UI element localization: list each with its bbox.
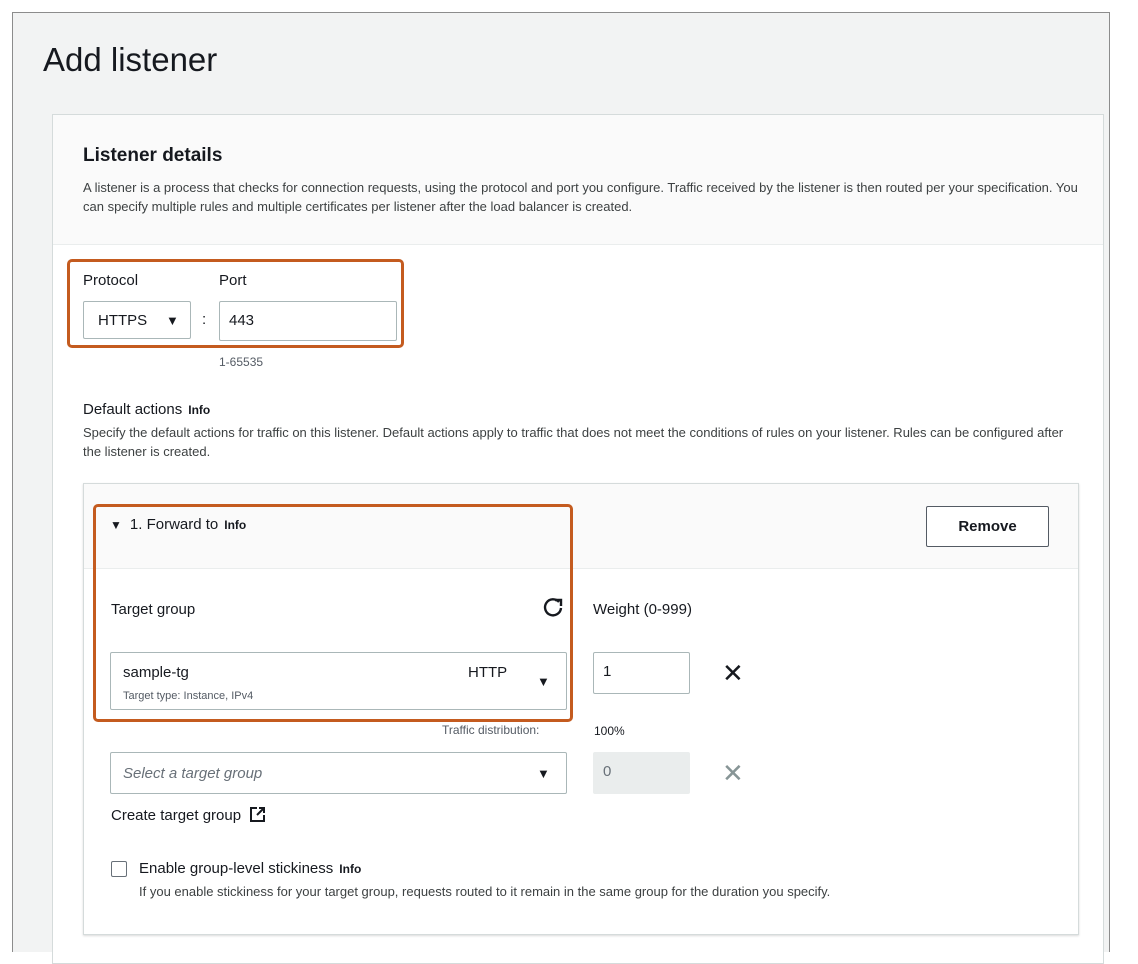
refresh-icon[interactable] (542, 596, 564, 623)
target-group-select[interactable]: sample-tg Target type: Instance, IPv4 HT… (110, 652, 567, 710)
forward-action-panel: ▼ 1. Forward to Info Remove Target group W… (83, 483, 1079, 935)
caret-down-icon: ▼ (166, 313, 179, 328)
forward-action-header: ▼ 1. Forward to Info Remove (84, 484, 1078, 569)
page-frame: Add listener Listener details A listener… (12, 12, 1110, 964)
protocol-select[interactable]: HTTPS ▼ (83, 301, 191, 339)
collapse-caret-icon: ▼ (110, 518, 122, 532)
port-input[interactable]: 443 (219, 301, 397, 341)
protocol-port-separator: : (202, 311, 207, 328)
target-group-placeholder: Select a target group (123, 765, 263, 782)
section-title: Listener details (83, 145, 223, 166)
target-group-label: Target group (111, 601, 196, 618)
protocol-label: Protocol (83, 272, 139, 289)
weight-input[interactable]: 1 (593, 652, 690, 694)
external-link-icon (249, 806, 266, 827)
section-description: A listener is a process that checks for … (83, 180, 1078, 214)
stickiness-checkbox[interactable] (111, 861, 127, 877)
protocol-value: HTTPS (98, 312, 148, 329)
caret-down-icon: ▼ (537, 766, 550, 781)
close-icon: ✕ (722, 758, 744, 788)
page-title: Add listener (43, 41, 218, 78)
default-actions-description: Specify the default actions for traffic … (83, 425, 1064, 459)
stickiness-info-link[interactable]: Info (339, 862, 361, 876)
forward-info-link[interactable]: Info (224, 518, 246, 532)
caret-down-icon: ▼ (537, 674, 550, 689)
listener-details-container: Listener details A listener is a process… (52, 114, 1104, 964)
forward-title: 1. Forward to (129, 516, 219, 533)
default-actions-heading: Default actions Info (83, 401, 210, 418)
traffic-distribution-value: 100% (594, 724, 625, 738)
listener-details-header: Listener details A listener is a process… (53, 115, 1103, 245)
stickiness-label: Enable group-level stickiness (139, 860, 334, 877)
weight-input-disabled: 0 (593, 752, 690, 794)
target-group-name: sample-tg (123, 664, 189, 681)
target-group-select-empty[interactable]: Select a target group ▼ (110, 752, 567, 794)
port-label: Port (219, 272, 247, 289)
target-group-subtext: Target type: Instance, IPv4 (123, 690, 254, 702)
weight-label: Weight (0-999) (593, 601, 692, 618)
traffic-distribution-label: Traffic distribution: (442, 723, 540, 737)
default-actions-label: Default actions (83, 401, 183, 418)
forward-toggle[interactable]: ▼ 1. Forward to Info (110, 516, 246, 533)
stickiness-description: If you enable stickiness for your target… (139, 884, 831, 899)
default-actions-info-link[interactable]: Info (188, 403, 210, 417)
port-hint: 1-65535 (219, 355, 264, 369)
create-target-group-label: Create target group (111, 807, 242, 824)
remove-button[interactable]: Remove (926, 506, 1049, 547)
create-target-group-link[interactable]: Create target group (111, 806, 266, 827)
target-group-protocol: HTTP (468, 664, 508, 681)
stickiness-heading: Enable group-level stickiness Info (139, 860, 361, 877)
close-icon[interactable]: ✕ (722, 660, 744, 686)
